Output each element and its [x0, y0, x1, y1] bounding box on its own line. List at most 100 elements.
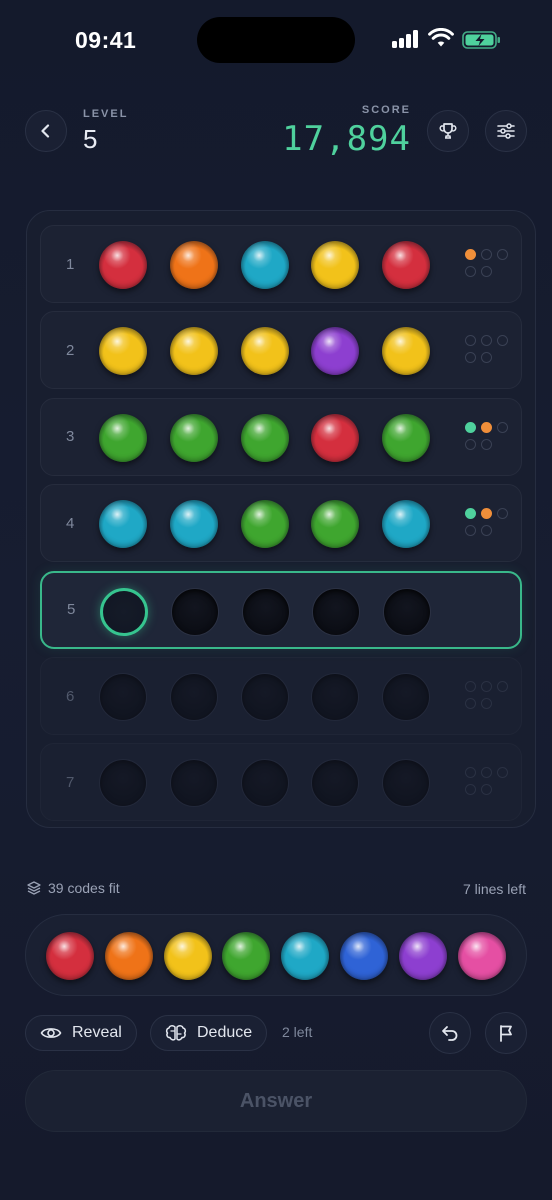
feedback-empty-dot: [465, 698, 476, 709]
feedback-pegs: [465, 508, 511, 540]
feedback-color-dot: [465, 249, 476, 260]
feedback-empty-dot: [481, 438, 492, 450]
feedback-empty-dot: [465, 767, 476, 779]
feedback-color-dot: [481, 421, 492, 433]
layers-icon: [27, 881, 41, 895]
peg-red: [311, 413, 359, 462]
flag-icon: [500, 1025, 512, 1042]
peg-green: [241, 413, 289, 462]
feedback-empty-dot: [497, 421, 508, 433]
feedback-empty-dot: [465, 335, 476, 347]
feedback-pegs: [465, 249, 511, 281]
palette-color-purple[interactable]: [398, 932, 447, 980]
peg-green: [311, 500, 359, 549]
status-bar: 09:41: [0, 0, 552, 80]
palette-color-orange[interactable]: [104, 932, 153, 980]
codes-fit-info: 39 codes fit: [26, 880, 120, 896]
palette-color-blue[interactable]: [340, 932, 388, 980]
peg-slot-empty[interactable]: [242, 587, 290, 636]
guess-row: 4: [40, 484, 522, 563]
peg-slot-empty[interactable]: [171, 587, 219, 636]
eye-icon: [40, 1028, 62, 1038]
reveal-label: Reveal: [72, 1024, 122, 1041]
brain-icon: [165, 1025, 187, 1041]
level-label: LEVEL: [83, 108, 129, 120]
peg-slot-empty: [170, 673, 218, 721]
peg-cyan: [170, 500, 218, 549]
feedback-color-dot: [481, 508, 492, 520]
feedback-empty-dot: [465, 784, 476, 796]
palette-color-red[interactable]: [46, 932, 94, 980]
palette-color-yellow[interactable]: [163, 932, 212, 980]
peg-green: [99, 413, 147, 462]
dynamic-island: [197, 17, 355, 63]
reveal-button[interactable]: Reveal: [25, 1015, 137, 1051]
row-number: 2: [66, 341, 75, 359]
peg-slot-empty[interactable]: [383, 587, 431, 636]
give-up-button[interactable]: [485, 1012, 527, 1054]
row-number: 6: [66, 687, 75, 705]
feedback-pegs: [465, 681, 511, 713]
deduce-button[interactable]: Deduce: [150, 1015, 268, 1051]
row-number: 5: [67, 601, 76, 619]
feedback-empty-dot: [481, 266, 492, 277]
feedback-empty-dot: [481, 767, 492, 779]
undo-button[interactable]: [429, 1012, 471, 1054]
guess-row: 2: [40, 311, 522, 390]
peg-yellow: [170, 327, 218, 376]
peg-red: [99, 241, 147, 289]
row-number: 3: [66, 428, 75, 446]
feedback-empty-dot: [465, 681, 476, 692]
peg-yellow: [382, 327, 430, 376]
chevron-left-icon: [41, 124, 50, 138]
peg-slot-empty: [311, 759, 359, 808]
feedback-empty-dot: [497, 767, 508, 779]
feedback-pegs: [465, 335, 511, 367]
lines-left-text: 7 lines left: [462, 881, 526, 897]
peg-cyan: [241, 241, 289, 289]
feedback-empty-dot: [497, 249, 508, 260]
status-time: 09:41: [75, 27, 137, 53]
palette-color-cyan[interactable]: [281, 932, 330, 980]
wifi-icon: [428, 28, 454, 47]
feedback-empty-dot: [481, 784, 492, 796]
feedback-empty-dot: [465, 352, 476, 364]
peg-slot-empty: [241, 673, 289, 721]
level-value: 5: [83, 124, 98, 154]
peg-slot-empty: [170, 759, 218, 808]
feedback-empty-dot: [481, 525, 492, 537]
leaderboard-button[interactable]: [427, 110, 469, 152]
peg-cyan: [99, 500, 147, 549]
back-button[interactable]: [25, 110, 67, 152]
feedback-empty-dot: [481, 698, 492, 709]
cellular-signal-icon: [392, 30, 420, 48]
guess-row[interactable]: 5: [40, 570, 522, 649]
score-label: SCORE: [361, 104, 411, 116]
hints-left-count: 2 left: [282, 1024, 313, 1040]
guess-row: 3: [40, 397, 522, 476]
trophy-icon: [439, 123, 457, 139]
guess-row: 6: [40, 657, 522, 735]
peg-slot-selected[interactable]: [100, 587, 148, 636]
palette-color-green[interactable]: [222, 932, 271, 980]
peg-slot-empty: [382, 673, 430, 721]
codes-fit-text: 39 codes fit: [48, 880, 120, 896]
feedback-empty-dot: [465, 525, 476, 537]
feedback-pegs: [465, 767, 511, 799]
peg-yellow: [311, 241, 359, 289]
peg-slot-empty[interactable]: [312, 587, 360, 636]
feedback-empty-dot: [497, 681, 508, 692]
row-number: 7: [66, 773, 75, 791]
feedback-empty-dot: [465, 438, 476, 450]
undo-icon: [442, 1026, 458, 1041]
settings-button[interactable]: [485, 110, 527, 152]
answer-button[interactable]: Answer: [25, 1070, 527, 1132]
peg-slot-empty: [99, 673, 147, 721]
peg-slot-empty: [382, 759, 430, 808]
row-number: 4: [66, 514, 75, 532]
deduce-label: Deduce: [197, 1024, 253, 1041]
sliders-icon: [497, 123, 515, 139]
feedback-pegs: [465, 421, 511, 454]
color-palette: [25, 914, 527, 996]
palette-color-pink[interactable]: [457, 932, 506, 980]
